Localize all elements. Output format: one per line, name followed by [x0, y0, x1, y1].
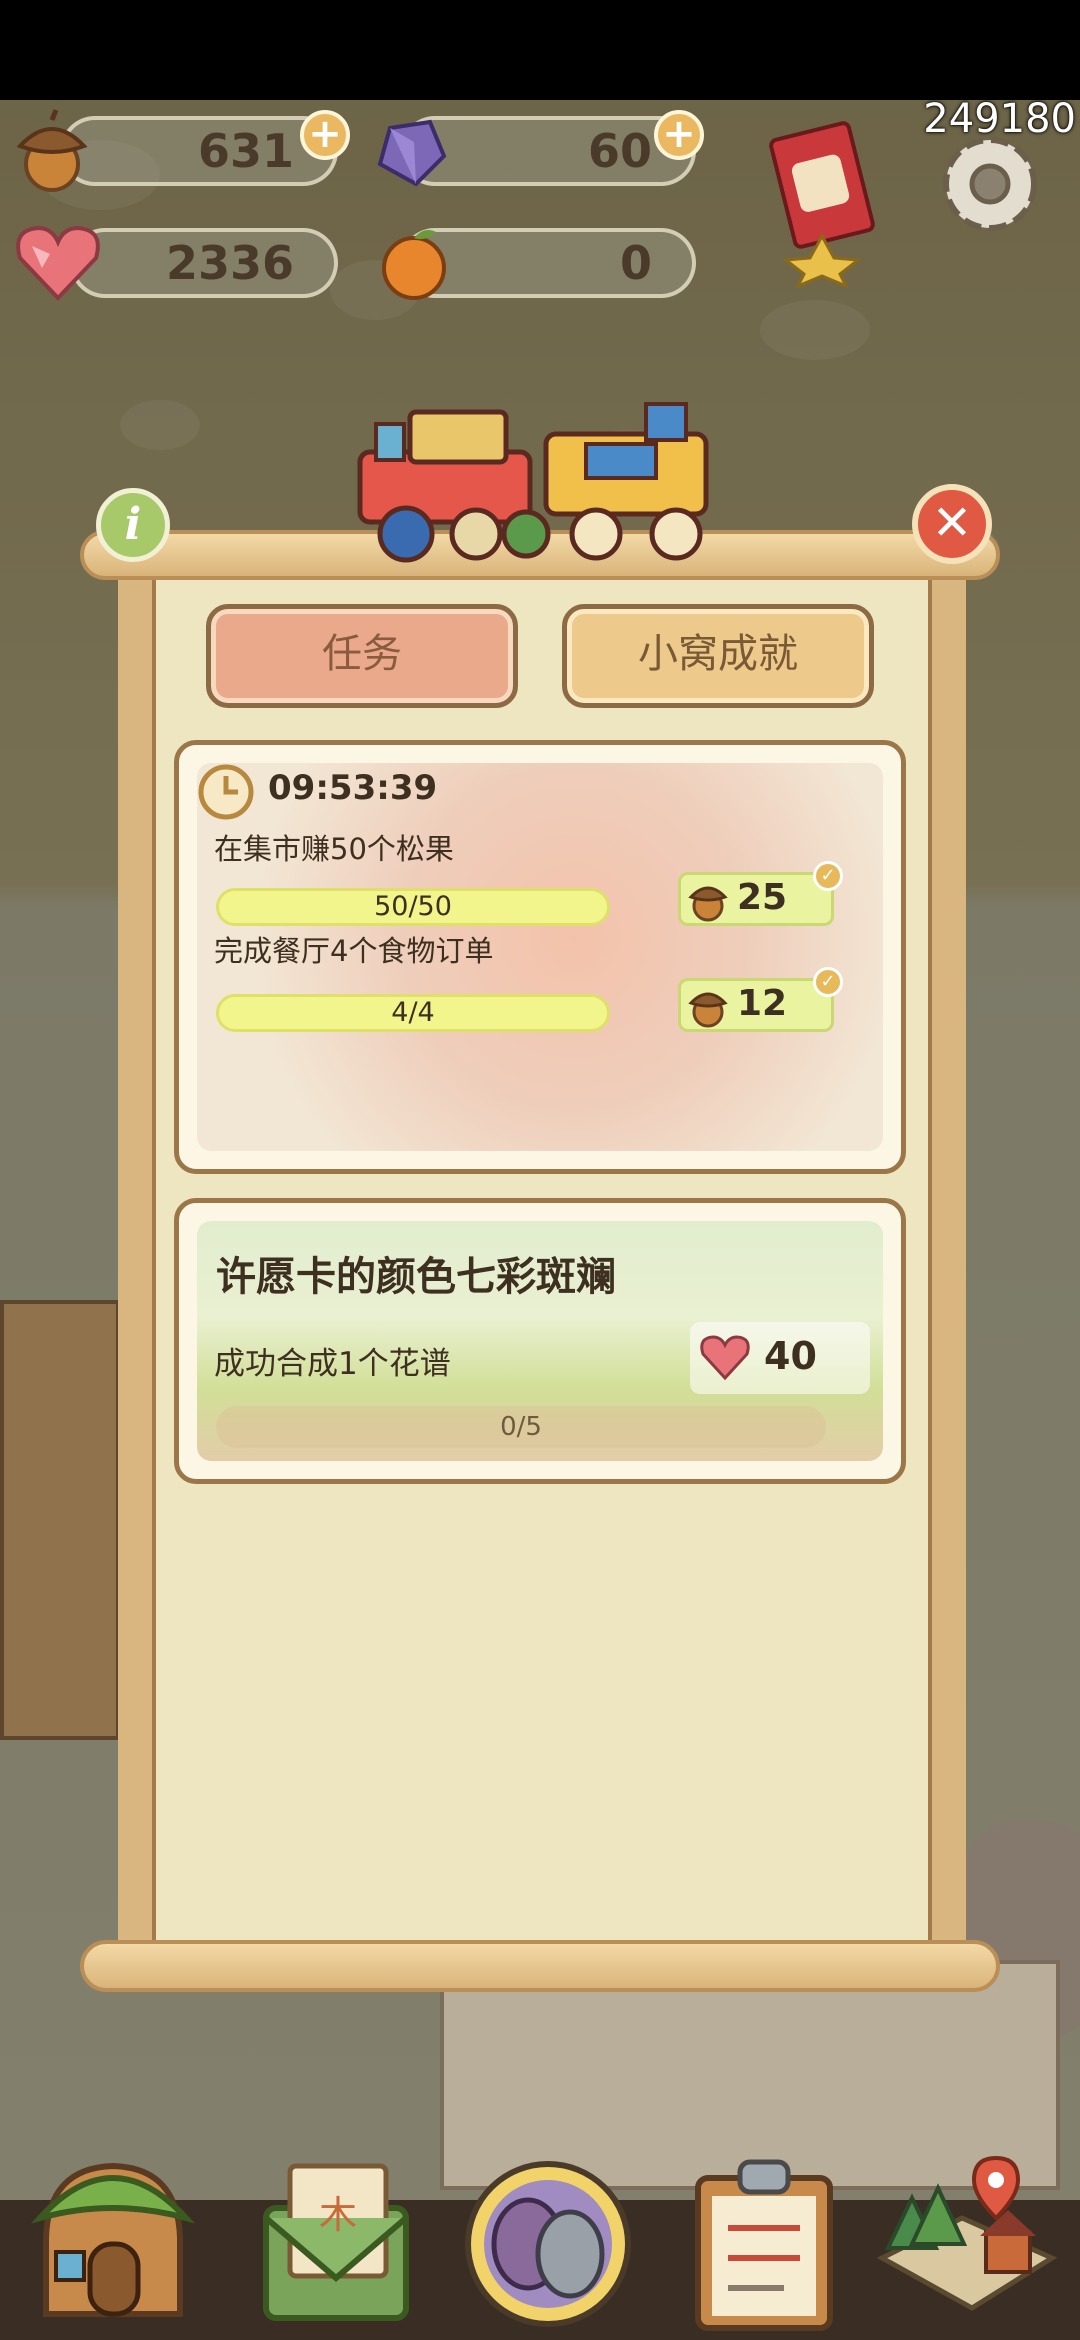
special-task-reward-value: 40 [764, 1334, 817, 1378]
clipboard-nav-icon [695, 2159, 833, 2331]
scroll-bottom-rod [80, 1940, 1000, 1992]
nav-gacha-button[interactable] [458, 2148, 638, 2328]
heart-counter: 2336 [70, 228, 338, 298]
heart-gem-icon [700, 1335, 750, 1381]
nav-map-button[interactable] [872, 2148, 1062, 2318]
map-nav-icon [876, 2155, 1058, 2311]
task-2-label: 完成餐厅4个食物订单 [214, 934, 494, 968]
task-2-reward-value: 12 [737, 983, 788, 1024]
mail-nav-icon: 木 [263, 2163, 409, 2321]
daily-timer: 09:53:39 [268, 768, 438, 808]
nav-tasks-button[interactable] [684, 2148, 844, 2334]
house-nav-icon [30, 2162, 196, 2317]
task-1-progress: 50/50 [216, 888, 610, 926]
acorn-icon [688, 886, 728, 922]
task-1-reward[interactable]: 25 ✓ [678, 861, 843, 926]
heart-value: 2336 [165, 236, 294, 290]
crystal-value: 60 [587, 124, 652, 178]
svg-text:木: 木 [319, 2193, 357, 2237]
orange-icon [372, 220, 456, 304]
orange-value: 0 [619, 236, 652, 290]
close-icon[interactable]: ✕ [912, 484, 992, 564]
tab-tasks[interactable]: 任务 [206, 604, 518, 708]
special-task-reward[interactable]: 40 [690, 1322, 870, 1394]
special-task-title: 许愿卡的颜色七彩斑斓 [216, 1254, 616, 1300]
info-icon[interactable]: i [96, 488, 170, 562]
gear-icon[interactable] [922, 116, 1058, 252]
special-task-label: 成功合成1个花谱 [214, 1346, 451, 1382]
check-icon: ✓ [813, 861, 843, 891]
acorn-counter: 631 [60, 116, 338, 186]
crystal-icon [370, 112, 450, 192]
add-crystal-button[interactable]: + [654, 110, 704, 160]
clock-icon [196, 762, 256, 822]
card-pack-icon[interactable] [762, 118, 882, 289]
acorn-value: 631 [197, 124, 294, 178]
nav-home-button[interactable] [28, 2148, 198, 2328]
special-task-progress: 0/5 [216, 1406, 826, 1448]
add-acorn-button[interactable]: + [300, 110, 350, 160]
status-bar [0, 0, 1080, 100]
task-1-reward-value: 25 [737, 877, 788, 918]
check-icon: ✓ [813, 967, 843, 997]
gacha-nav-icon [465, 2161, 631, 2327]
task-1-label: 在集市赚50个松果 [214, 832, 454, 866]
tab-achievements[interactable]: 小窝成就 [562, 604, 874, 708]
toy-train-illustration [346, 394, 736, 574]
nav-mail-button[interactable]: 木 [246, 2148, 426, 2328]
heart-gem-icon [12, 220, 104, 304]
acorn-icon [688, 992, 728, 1028]
task-2-progress: 4/4 [216, 994, 610, 1032]
acorn-icon [6, 106, 96, 196]
task-2-reward[interactable]: 12 ✓ [678, 967, 843, 1032]
